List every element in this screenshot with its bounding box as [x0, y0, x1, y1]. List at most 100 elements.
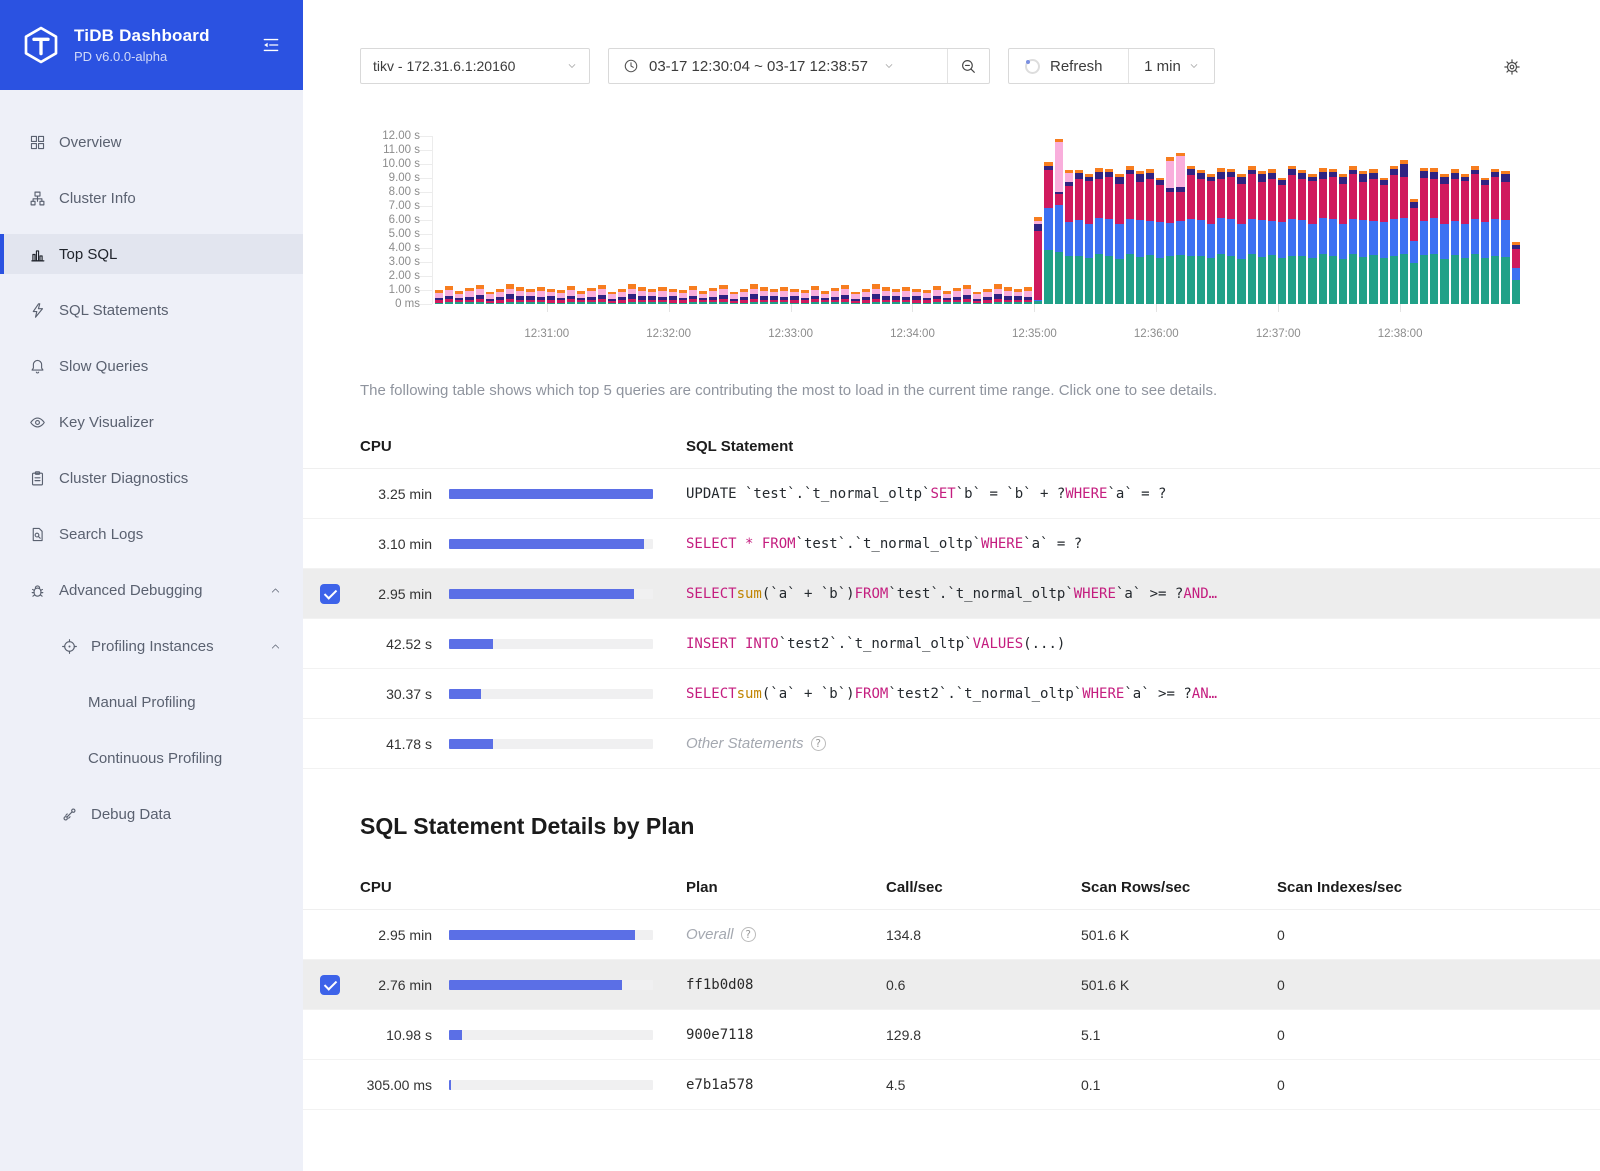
chart-bar	[1390, 166, 1398, 304]
row-checkbox[interactable]	[320, 975, 340, 995]
refresh-button[interactable]: Refresh	[1009, 58, 1128, 75]
chart-bar-segment-blue	[1380, 222, 1388, 258]
chart-bar-segment-navy	[1319, 172, 1327, 179]
column-header-call-sec: Call/sec	[886, 879, 1081, 896]
sidebar-item-top-sql[interactable]: Top SQL	[0, 234, 303, 274]
x-axis-label: 12:32:00	[646, 328, 691, 340]
x-axis-tick	[1034, 304, 1035, 312]
cpu-bar-fill	[449, 489, 653, 499]
sidebar-item-sql-statements[interactable]: SQL Statements	[0, 290, 303, 330]
call-per-sec: 0.6	[886, 977, 1081, 993]
cpu-bar-fill	[449, 539, 644, 549]
row-checkbox[interactable]	[320, 584, 340, 604]
chart-bar	[1085, 174, 1093, 304]
chart-plot-area[interactable]: 12:31:0012:32:0012:33:0012:34:0012:35:00…	[432, 136, 1520, 304]
chart-bar-segment-teal	[780, 302, 788, 304]
chart-bar	[699, 291, 707, 304]
chart-bar	[658, 287, 666, 304]
chart-bar-segment-crimson	[1136, 182, 1144, 221]
plan-row[interactable]: 2.95 minOverall?134.8501.6 K0	[303, 910, 1600, 960]
chart-bar	[983, 289, 991, 304]
plan-row[interactable]: 305.00 mse7b1a5784.50.10	[303, 1060, 1600, 1110]
menu-fold-icon[interactable]	[261, 35, 281, 55]
chart-bar	[1176, 153, 1184, 304]
chart-bar-segment-teal	[912, 303, 920, 304]
chart-bar-segment-crimson	[1085, 181, 1093, 224]
statement-row[interactable]: 30.37 sSELECT sum (`a` + `b`) FROM `test…	[303, 669, 1600, 719]
chart-bar	[465, 288, 473, 304]
statement-row[interactable]: 42.52 sINSERT INTO `test2`.`t_normal_olt…	[303, 619, 1600, 669]
instance-select[interactable]: tikv - 172.31.6.1:20160	[360, 48, 590, 84]
sql-token: `test`.`t_normal_oltp`	[796, 536, 981, 552]
chart-bar	[851, 292, 859, 304]
chart-bar-segment-teal	[1014, 302, 1022, 304]
sidebar-item-advanced-debugging[interactable]: Advanced Debugging	[0, 570, 303, 610]
chart-bar	[841, 285, 849, 304]
x-axis-tick	[1278, 304, 1279, 312]
chart-bar-segment-teal	[1187, 256, 1195, 304]
cpu-bar-fill	[449, 589, 634, 599]
chart-bar	[506, 284, 514, 304]
sidebar-item-cluster-diagnostics[interactable]: Cluster Diagnostics	[0, 458, 303, 498]
chart-bar	[1319, 168, 1327, 304]
chart-bar-segment-teal	[790, 303, 798, 304]
sidebar-item-cluster-info[interactable]: Cluster Info	[0, 178, 303, 218]
chart-bar	[486, 292, 494, 304]
instance-select-value: tikv - 172.31.6.1:20160	[373, 58, 515, 74]
chart-bar-segment-crimson	[1187, 175, 1195, 219]
column-header-cpu: CPU	[360, 438, 653, 455]
zoom-out-time-button[interactable]	[947, 49, 989, 83]
chart-bar	[1227, 169, 1235, 304]
sidebar-item-debug-data[interactable]: Debug Data	[0, 794, 303, 834]
chart-bar-segment-teal	[1512, 280, 1520, 305]
sidebar-item-label: Search Logs	[59, 526, 143, 543]
chart-bar	[811, 286, 819, 304]
chart-bar-segment-crimson	[1430, 179, 1438, 218]
chart-bar-segment-blue	[1197, 220, 1205, 256]
time-range-picker[interactable]: 03-17 12:30:04 ~ 03-17 12:38:57	[608, 48, 990, 84]
statement-row[interactable]: 3.25 minUPDATE `test`.`t_normal_oltp` SE…	[303, 469, 1600, 519]
sidebar-item-profiling-instances[interactable]: Profiling Instances	[0, 626, 303, 666]
sql-token: SELECT	[686, 686, 737, 702]
sidebar-item-slow-queries[interactable]: Slow Queries	[0, 346, 303, 386]
sidebar-item-key-visualizer[interactable]: Key Visualizer	[0, 402, 303, 442]
chart-bar-segment-blue	[1115, 224, 1123, 258]
chart-bar-segment-blue	[1319, 218, 1327, 254]
chart-bar-segment-teal	[1126, 254, 1134, 304]
report-icon	[29, 470, 46, 487]
tidb-dashboard-app: TiDB Dashboard PD v6.0.0-alpha OverviewC…	[0, 0, 1600, 1171]
statement-row[interactable]: 41.78 sOther Statements?	[303, 719, 1600, 769]
cluster-icon	[29, 190, 46, 207]
y-axis-label: 12.00 s	[382, 130, 420, 142]
chart-bar-segment-pink	[1055, 142, 1063, 192]
chart-bar-segment-teal	[1044, 250, 1052, 304]
chart-bar-segment-teal	[1319, 254, 1327, 304]
sidebar-item-manual-profiling[interactable]: Manual Profiling	[0, 682, 303, 722]
chart-bar	[790, 289, 798, 304]
statement-row[interactable]: 2.95 minSELECT sum (`a` + `b`) FROM `tes…	[303, 569, 1600, 619]
sidebar-item-search-logs[interactable]: Search Logs	[0, 514, 303, 554]
plan-row[interactable]: 2.76 minff1b0d080.6501.6 K0	[303, 960, 1600, 1010]
chart-bar	[719, 285, 727, 304]
chart-bar	[1095, 168, 1103, 304]
statement-row[interactable]: 3.10 minSELECT * FROM `test`.`t_normal_o…	[303, 519, 1600, 569]
chart-bar-segment-blue	[1359, 220, 1367, 257]
sql-token: `test2`.`t_normal_oltp`	[779, 636, 973, 652]
sidebar-item-overview[interactable]: Overview	[0, 122, 303, 162]
chart-bar-segment-crimson	[1349, 174, 1357, 219]
chart-bar-segment-teal	[1258, 257, 1266, 304]
refresh-label: Refresh	[1050, 58, 1103, 75]
cpu-time-chart[interactable]: 12.00 s11.00 s10.00 s9.00 s8.00 s7.00 s6…	[360, 136, 1520, 346]
x-axis-label: 12:36:00	[1134, 328, 1179, 340]
chart-bar-segment-teal	[770, 302, 778, 304]
x-axis-tick	[912, 304, 913, 312]
chart-bar-segment-teal	[1156, 258, 1164, 304]
chart-bar-segment-crimson	[1390, 175, 1398, 219]
chart-bar-segment-blue	[1410, 241, 1418, 263]
sidebar-item-continuous-profiling[interactable]: Continuous Profiling	[0, 738, 303, 778]
chart-bar	[1207, 174, 1215, 304]
plan-row[interactable]: 10.98 s900e7118129.85.10	[303, 1010, 1600, 1060]
refresh-interval-select[interactable]: 1 min	[1128, 49, 1214, 83]
settings-gear-icon[interactable]	[1503, 58, 1521, 76]
chart-bar-segment-teal	[1471, 254, 1479, 304]
